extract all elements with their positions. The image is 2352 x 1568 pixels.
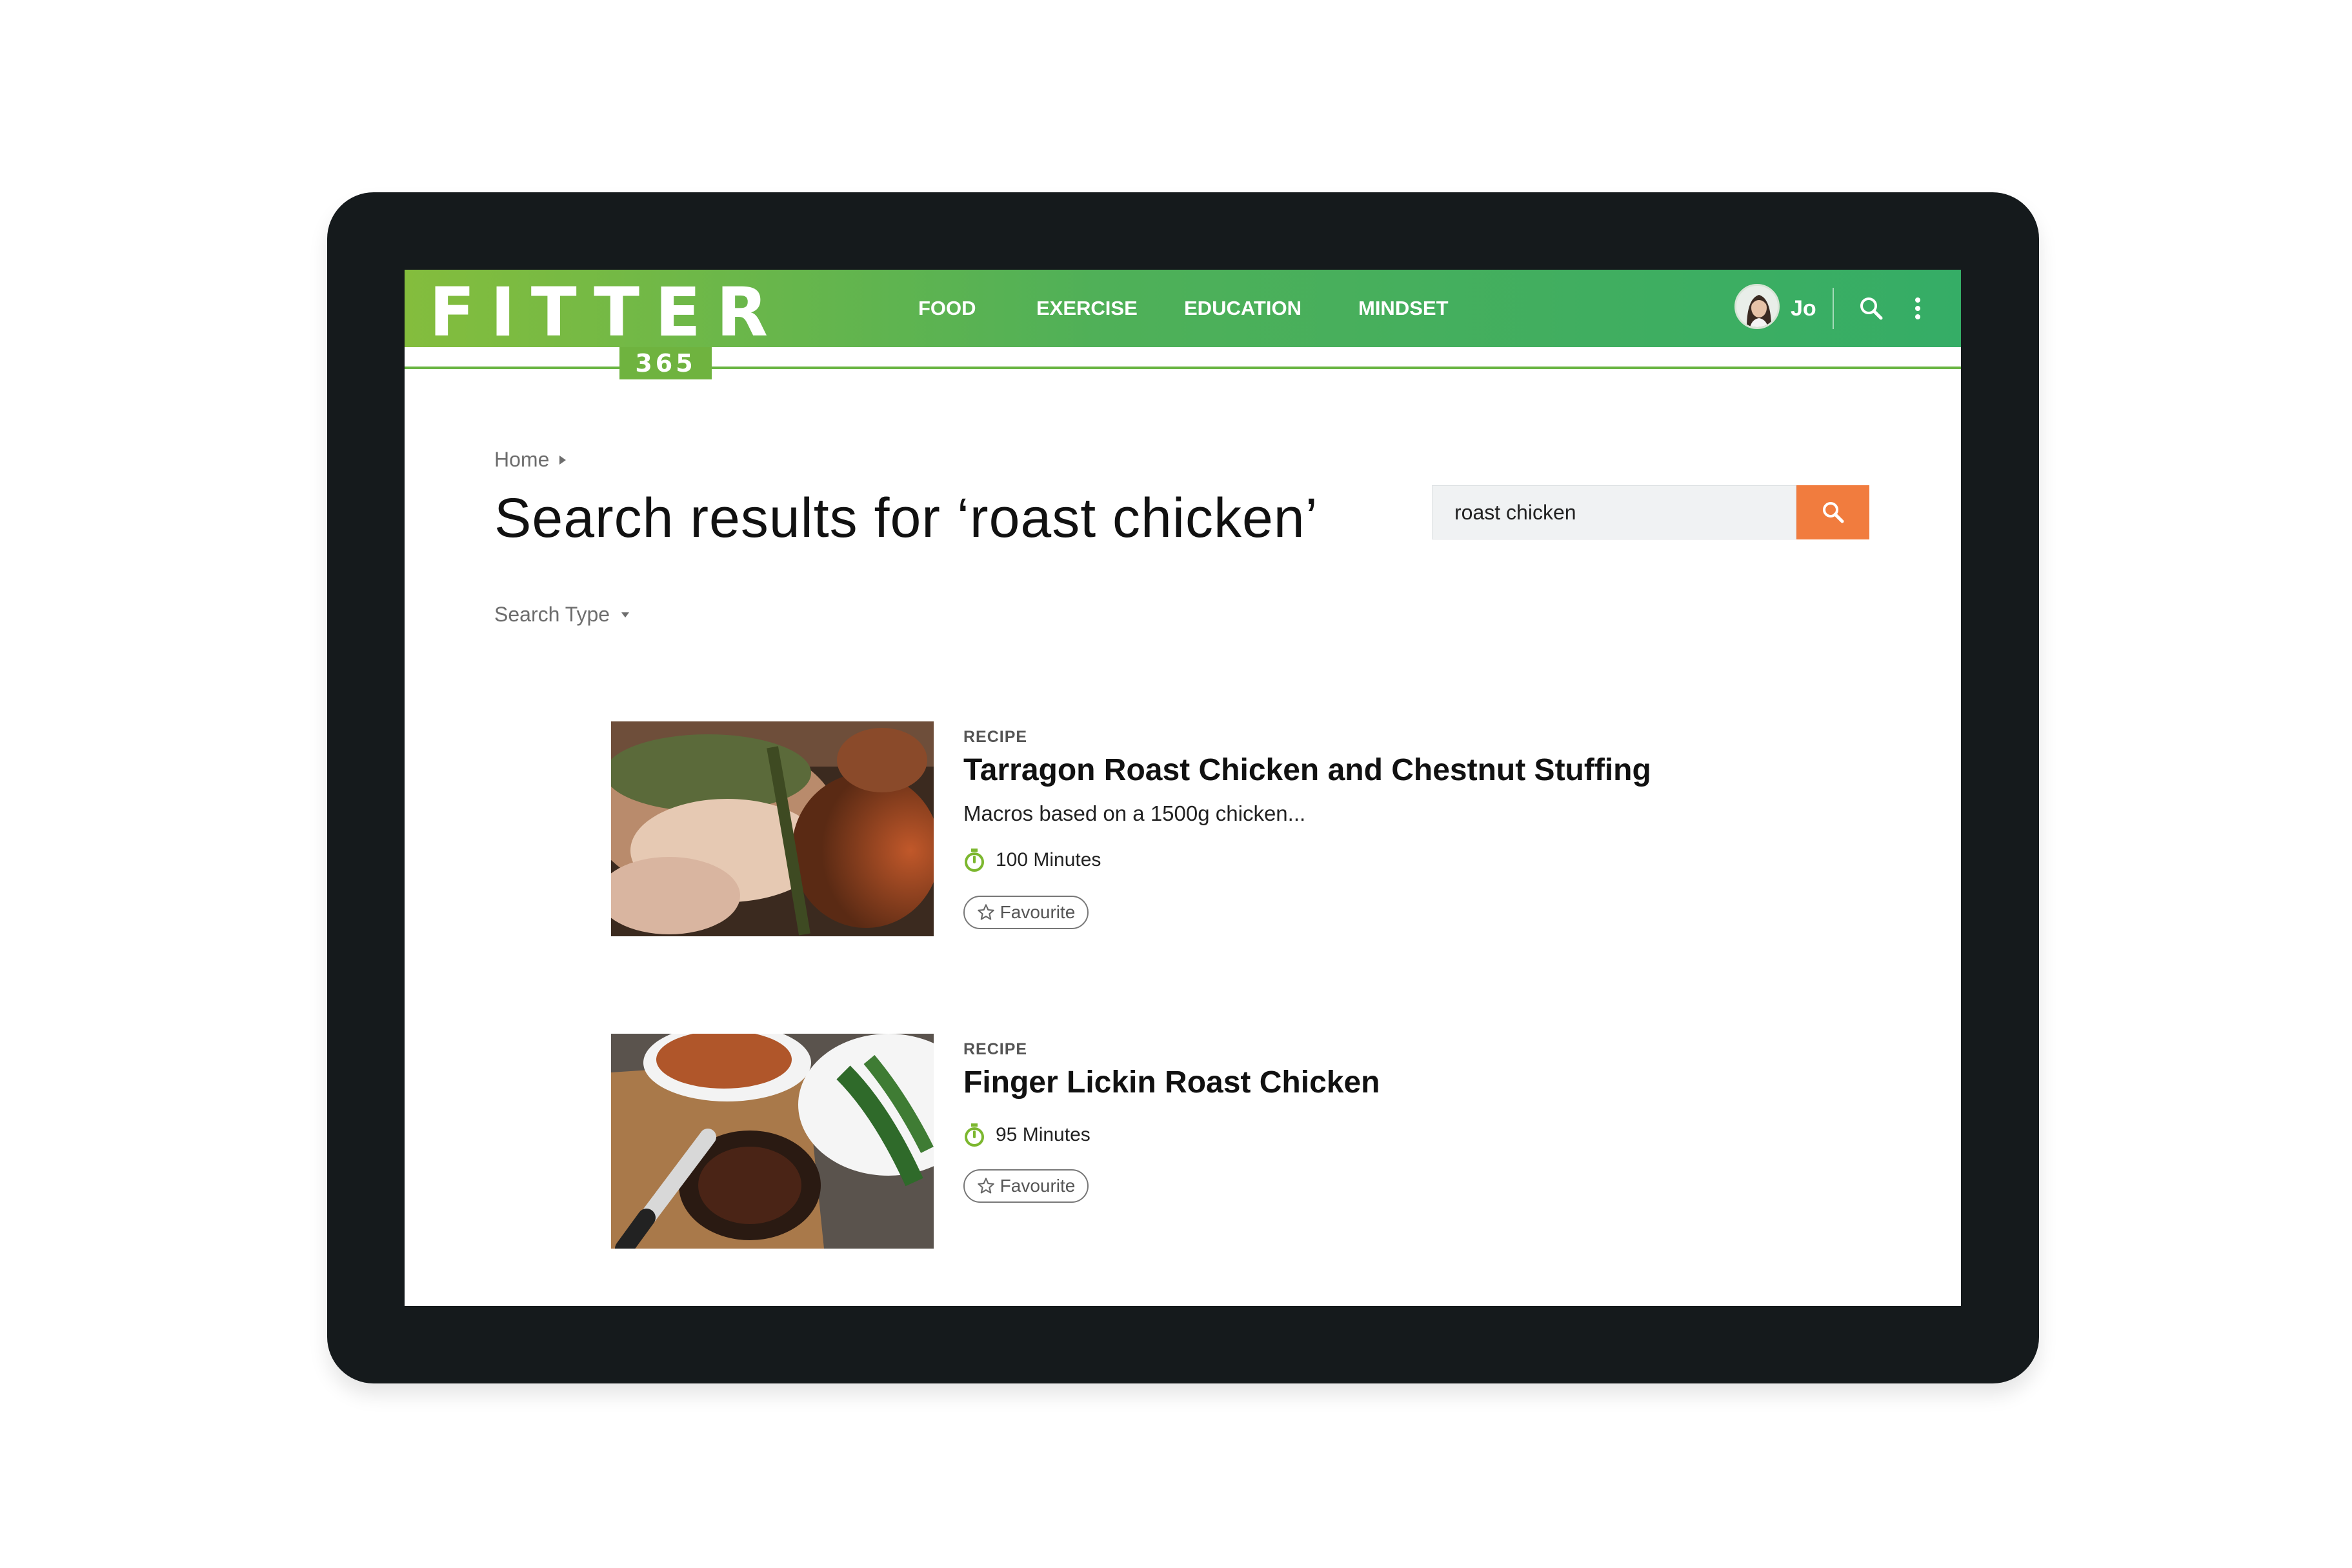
nav-item-food[interactable]: FOOD (918, 270, 976, 347)
breadcrumb-home[interactable]: Home (494, 448, 549, 472)
cook-time-text: 95 Minutes (996, 1124, 1091, 1145)
list-item[interactable]: RECIPE Tarragon Roast Chicken and Chestn… (611, 721, 1837, 941)
star-icon (977, 904, 994, 920)
more-vertical-icon[interactable] (1908, 294, 1927, 323)
search-type-label: Search Type (494, 603, 610, 626)
favourite-label: Favourite (1000, 1176, 1076, 1196)
breadcrumb: Home (494, 448, 567, 472)
result-title[interactable]: Tarragon Roast Chicken and Chestnut Stuf… (963, 752, 1651, 788)
favourite-label: Favourite (1000, 902, 1076, 922)
user-name[interactable]: Jo (1791, 270, 1816, 347)
search-icon[interactable] (1857, 294, 1885, 323)
cook-time: 95 Minutes (963, 1123, 1091, 1147)
top-nav-bar: FITTER FOOD EXERCISE EDUCATION MINDSET J… (405, 270, 1961, 347)
result-title[interactable]: Finger Lickin Roast Chicken (963, 1065, 1380, 1100)
timer-icon (965, 849, 984, 872)
avatar[interactable] (1734, 284, 1780, 329)
cook-time: 100 Minutes (963, 848, 1101, 872)
app-screen: FITTER FOOD EXERCISE EDUCATION MINDSET J… (405, 270, 1961, 1306)
timer-icon (965, 1123, 984, 1147)
favourite-button[interactable]: Favourite (963, 1169, 1089, 1203)
header-divider (1833, 288, 1834, 329)
result-type: RECIPE (963, 728, 1028, 746)
recipe-image[interactable] (611, 1034, 934, 1249)
search-type-dropdown[interactable]: Search Type (494, 603, 630, 627)
result-description: Macros based on a 1500g chicken... (963, 801, 1306, 825)
search-button[interactable] (1796, 485, 1869, 539)
chevron-down-icon (621, 612, 630, 618)
logo[interactable]: FITTER (429, 279, 783, 346)
nav-item-education[interactable]: EDUCATION (1184, 270, 1302, 347)
recipe-image[interactable] (611, 721, 934, 936)
cook-time-text: 100 Minutes (996, 849, 1101, 870)
nav-item-exercise[interactable]: EXERCISE (1036, 270, 1138, 347)
star-icon (977, 1178, 994, 1194)
favourite-button[interactable]: Favourite (963, 896, 1089, 929)
list-item[interactable]: RECIPE Finger Lickin Roast Chicken 95 Mi… (611, 1034, 1837, 1253)
search-input[interactable] (1432, 485, 1796, 539)
page-title: Search results for ‘roast chicken’ (494, 487, 1318, 549)
user-avatar-icon (1736, 286, 1778, 327)
result-type: RECIPE (963, 1040, 1028, 1058)
search-icon (1822, 502, 1844, 523)
chevron-right-icon (559, 455, 567, 465)
nav-item-mindset[interactable]: MINDSET (1358, 270, 1449, 347)
logo-badge: 365 (619, 347, 712, 379)
